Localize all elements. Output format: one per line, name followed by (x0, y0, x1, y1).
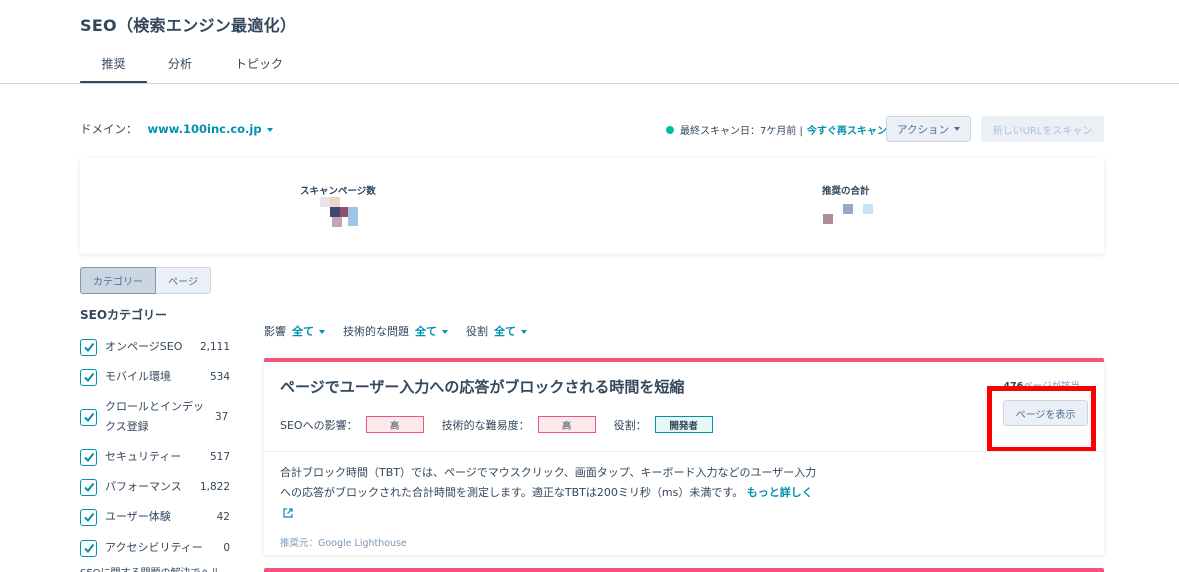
seo-impact-label: SEOへの影響： (280, 418, 358, 432)
category-item-crawl[interactable]: クロールとインデックス登録 37 (80, 397, 230, 437)
next-recommendation-card (264, 568, 1104, 572)
category-label: パフォーマンス (105, 480, 182, 493)
category-label: クロールとインデックス登録 (105, 400, 204, 433)
category-item-onpage[interactable]: オンページSEO 2,111 (80, 337, 230, 357)
category-label: セキュリティー (105, 450, 182, 463)
filter-technical-issue[interactable]: 技術的な問題 全て (343, 323, 448, 339)
sidebar-footer-text: SEOに関する問題の解決でヘル (80, 564, 221, 572)
filter-value: 全て (494, 325, 516, 338)
category-label: オンページSEO (105, 340, 183, 353)
scan-status-text: 最終スキャン日：7ケ月前 | (680, 126, 803, 137)
recommendation-title: ページでユーザー入力への応答がブロックされる時間を短縮 (280, 378, 685, 396)
filter-impact[interactable]: 影響 全て (264, 323, 325, 339)
recommendation-source: 推奨元：Google Lighthouse (280, 538, 407, 549)
check-icon (83, 342, 94, 353)
category-item-security[interactable]: セキュリティー 517 (80, 447, 230, 467)
scan-new-url-button[interactable]: 新しいURLをスキャン (981, 116, 1104, 142)
learn-more-label: もっと詳しく (746, 486, 813, 499)
toggle-category[interactable]: カテゴリー (80, 267, 156, 294)
category-count: 1,822 (199, 481, 230, 493)
category-count: 37 (215, 411, 229, 423)
description-text: 合計ブロック時間（TBT）では、ページでマウスクリック、画面タップ、キーボード入… (280, 466, 817, 499)
chevron-down-icon (319, 330, 325, 334)
actions-button-label: アクション (897, 123, 949, 136)
seo-impact-badge: 高 (365, 416, 424, 433)
category-label: モバイル環境 (105, 370, 171, 383)
filter-value: 全て (415, 325, 437, 338)
domain-dropdown[interactable]: www.100inc.co.jp (148, 122, 273, 136)
check-icon (83, 372, 94, 383)
chevron-down-icon (953, 127, 960, 131)
difficulty-label: 技術的な難易度： (441, 418, 530, 432)
scanned-pages-label: スキャンページ数 (300, 186, 376, 197)
chevron-down-icon (521, 330, 527, 334)
page-title: SEO（検索エンジン最適化） (80, 16, 297, 35)
category-item-mobile[interactable]: モバイル環境 534 (80, 367, 230, 387)
filter-value: 全て (292, 325, 314, 338)
checkbox[interactable] (80, 539, 97, 557)
filter-bar: 影響 全て 技術的な問題 全て 役割 全て (264, 323, 545, 339)
recommendation-meta: SEOへの影響： 高 技術的な難易度： 高 役割： 開発者 (280, 416, 731, 433)
filter-dropdown[interactable]: 全て (292, 323, 325, 339)
recommendation-card: ページでユーザー入力への応答がブロックされる時間を短縮 476ページが該当 SE… (264, 358, 1104, 555)
total-recommendations-label: 推奨の合計 (822, 186, 870, 197)
category-count: 534 (209, 371, 230, 383)
filter-dropdown[interactable]: 全て (415, 323, 448, 339)
recommendation-description: 合計ブロック時間（TBT）では、ページでマウスクリック、画面タップ、キーボード入… (280, 463, 820, 523)
check-icon (83, 543, 94, 554)
tab-topics[interactable]: トピック (213, 52, 305, 84)
stats-card: スキャンページ数 推奨の合計 (80, 158, 1104, 254)
filter-dropdown[interactable]: 全て (494, 323, 527, 339)
checkbox[interactable] (80, 478, 97, 496)
filter-label: 役割 (466, 325, 488, 338)
tab-recommendations[interactable]: 推奨 (80, 52, 147, 84)
category-count: 517 (209, 451, 230, 463)
checkbox[interactable] (80, 508, 97, 526)
rescan-link[interactable]: 今すぐ再スキャン (807, 122, 887, 137)
external-link-icon (283, 508, 293, 518)
tabs-divider (0, 83, 1179, 84)
category-item-performance[interactable]: パフォーマンス 1,822 (80, 477, 230, 497)
actions-button[interactable]: アクション (886, 116, 971, 142)
filter-label: 影響 (264, 325, 286, 338)
category-label: ユーザー体験 (105, 510, 171, 523)
category-count: 2,111 (199, 341, 230, 353)
check-icon (83, 452, 94, 463)
tab-analysis[interactable]: 分析 (147, 52, 213, 84)
chevron-down-icon (442, 330, 448, 334)
chevron-down-icon (266, 127, 273, 132)
filter-role[interactable]: 役割 全て (466, 323, 527, 339)
category-item-ux[interactable]: ユーザー体験 42 (80, 507, 230, 527)
domain-label: ドメイン： (80, 122, 138, 136)
category-count: 42 (216, 511, 230, 523)
status-dot-icon (666, 125, 674, 134)
role-label: 役割： (613, 418, 647, 432)
check-icon (83, 512, 94, 523)
highlight-annotation-box (987, 386, 1096, 452)
main-tabs: 推奨 分析 トピック (80, 52, 305, 84)
difficulty-badge: 高 (537, 416, 596, 433)
checkbox[interactable] (80, 448, 97, 466)
toggle-page[interactable]: ページ (156, 267, 211, 294)
checkbox[interactable] (80, 368, 97, 386)
role-badge: 開発者 (654, 416, 713, 433)
checkbox[interactable] (80, 408, 97, 426)
filter-label: 技術的な問題 (343, 325, 409, 338)
domain-selector: ドメイン： www.100inc.co.jp (80, 121, 273, 137)
seo-category-title: SEOカテゴリー (80, 308, 168, 322)
category-item-accessibility[interactable]: アクセシビリティー 0 (80, 538, 230, 558)
checkbox[interactable] (80, 338, 97, 356)
view-toggle: カテゴリー ページ (80, 267, 211, 294)
scan-status: 最終スキャン日：7ケ月前 | 今すぐ再スキャン (666, 122, 887, 137)
card-divider (264, 451, 1104, 452)
category-count: 0 (223, 542, 230, 554)
domain-value: www.100inc.co.jp (147, 122, 262, 136)
check-icon (83, 412, 94, 423)
category-label: アクセシビリティー (105, 541, 203, 554)
check-icon (83, 482, 94, 493)
